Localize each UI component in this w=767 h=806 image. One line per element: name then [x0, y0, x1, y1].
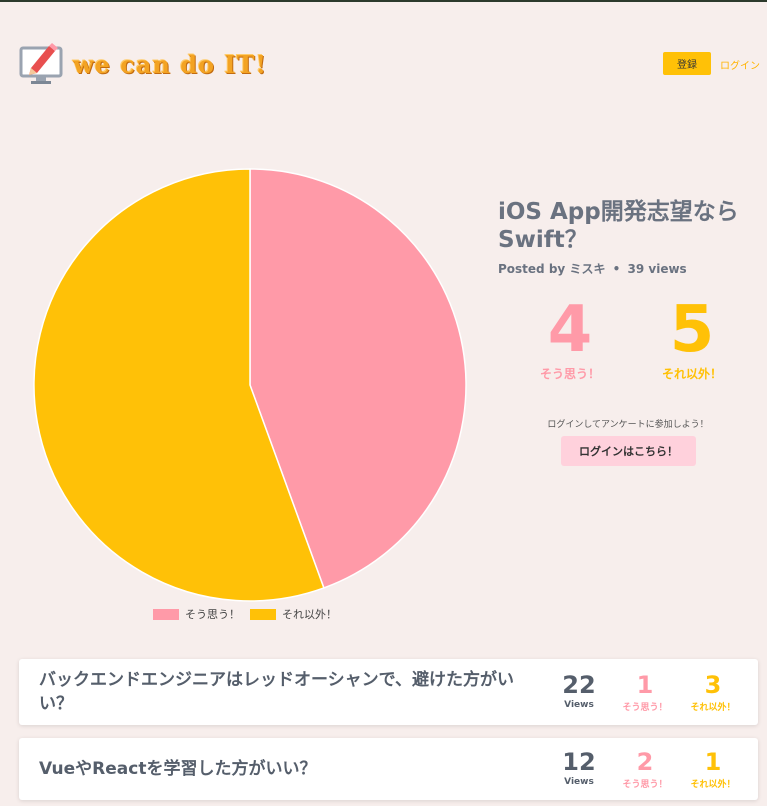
yes-label: そう思う！: [622, 780, 668, 790]
vote-yes: 4 そう思う！: [520, 297, 620, 382]
legend-label-yes: そう思う！: [185, 608, 240, 621]
views-stat: 22 Views: [544, 672, 614, 710]
yes-count: 1: [636, 671, 654, 699]
logo-text: we can do IT!: [73, 49, 268, 79]
post-author[interactable]: ミスキ: [569, 262, 605, 276]
vote-no-count: 5: [669, 293, 715, 367]
yes-stat: 2 そう思う！: [610, 749, 680, 790]
vote-yes-count: 4: [547, 293, 593, 367]
views-label: Views: [564, 700, 594, 710]
header: we can do IT! 登録 ログイン: [0, 2, 767, 102]
views-label: Views: [564, 777, 594, 787]
no-stat: 1 それ以外！: [678, 749, 748, 790]
legend-label-no: それ以外！: [282, 608, 337, 621]
question-card[interactable]: VueやReactを学習した方がいい？ 12 Views 2 そう思う！ 1 そ…: [19, 738, 758, 800]
views-count: 12: [562, 748, 596, 776]
pie-chart: [30, 165, 470, 605]
chart-legend: そう思う！ それ以外！: [153, 606, 347, 622]
post-views: 39 views: [627, 262, 687, 276]
question-card[interactable]: バックエンドエンジニアはレッドオーシャンで、避けた方がいい？ 22 Views …: [19, 659, 758, 725]
legend-swatch-no: [250, 608, 276, 620]
login-link[interactable]: ログイン: [720, 57, 760, 72]
vote-no: 5 それ以外！: [642, 297, 742, 382]
yes-label: そう思う！: [622, 703, 668, 713]
views-count: 22: [562, 671, 596, 699]
logo[interactable]: we can do IT!: [19, 42, 267, 86]
login-cta-button[interactable]: ログインはこちら！: [561, 436, 696, 466]
post-title: iOS App開発志望ならSwift？: [498, 199, 739, 253]
post-meta: Posted by ミスキ • 39 views: [498, 260, 758, 277]
register-button[interactable]: 登録: [663, 52, 711, 75]
yes-count: 2: [636, 748, 654, 776]
question-title[interactable]: VueやReactを学習した方がいい？: [39, 757, 529, 781]
pie-chart-svg: [33, 168, 467, 602]
vote-no-label: それ以外！: [661, 367, 722, 381]
legend-item-no[interactable]: それ以外！: [250, 606, 337, 622]
meta-separator: •: [612, 262, 621, 276]
legend-item-yes[interactable]: そう思う！: [153, 606, 240, 622]
no-count: 3: [704, 671, 722, 699]
post-info: iOS App開発志望ならSwift？ Posted by ミスキ • 39 v…: [498, 198, 758, 277]
no-label: それ以外！: [690, 780, 736, 790]
vote-summary: 4 そう思う！ 5 それ以外！: [520, 297, 750, 392]
no-stat: 3 それ以外！: [678, 672, 748, 713]
monitor-pencil-icon: [19, 43, 63, 84]
login-hint: ログインしてアンケートに参加しよう！: [547, 420, 709, 430]
yes-stat: 1 そう思う！: [610, 672, 680, 713]
views-stat: 12 Views: [544, 749, 614, 787]
legend-swatch-yes: [153, 608, 179, 620]
posted-by-label: Posted by: [498, 262, 566, 276]
question-title[interactable]: バックエンドエンジニアはレッドオーシャンで、避けた方がいい？: [39, 668, 529, 716]
no-count: 1: [704, 748, 722, 776]
vote-yes-label: そう思う！: [539, 367, 600, 381]
no-label: それ以外！: [690, 703, 736, 713]
